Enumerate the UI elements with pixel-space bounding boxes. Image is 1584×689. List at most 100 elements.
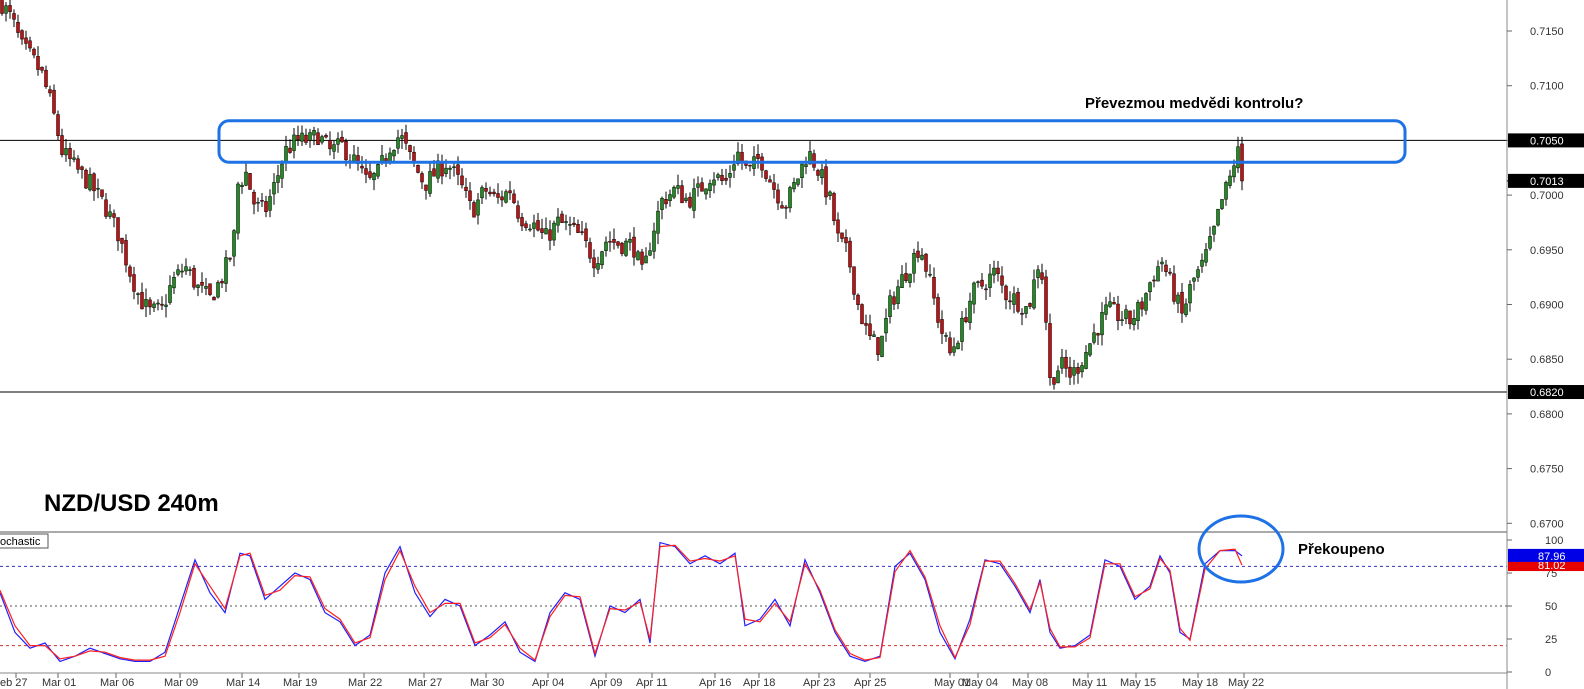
candle-body	[176, 269, 180, 275]
candle-body	[956, 342, 960, 350]
candle-body	[864, 323, 868, 326]
candle-body	[504, 191, 508, 203]
candle-body	[600, 251, 604, 266]
candle-body	[1096, 333, 1100, 336]
time-tick-label: Mar 22	[348, 677, 382, 689]
candle-body	[548, 229, 552, 241]
candle-body	[1004, 285, 1008, 301]
candle-body	[244, 171, 248, 186]
candle-body	[792, 182, 796, 190]
time-tick-label: Apr 09	[590, 677, 622, 689]
price-tick-label: 0.6750	[1530, 464, 1564, 476]
candle-body	[780, 205, 784, 209]
candle-body	[140, 292, 144, 310]
candle-body	[732, 164, 736, 171]
candle-body	[840, 232, 844, 239]
candle-body	[452, 166, 456, 169]
candle-body	[468, 190, 472, 201]
price-tick-label: 0.6900	[1530, 300, 1564, 312]
time-tick-label: Mar 06	[100, 677, 134, 689]
candle-body	[648, 250, 652, 256]
candle-body	[36, 56, 40, 70]
candle-body	[216, 282, 220, 298]
candle-body	[656, 210, 660, 234]
candle-body	[908, 273, 912, 283]
time-tick-label: Mar 14	[226, 677, 260, 689]
candle-body	[976, 281, 980, 284]
candle-body	[212, 296, 216, 301]
candle-body	[1192, 277, 1196, 282]
overbought-circle	[1197, 514, 1285, 584]
candle-body	[1088, 343, 1092, 356]
candle-body	[668, 194, 672, 201]
price-axis: 0.7150 0.7100 0.7050 0.7000 0.6950 0.6900 0.68…	[1506, 0, 1584, 689]
candle-body	[172, 276, 176, 289]
candle-body	[712, 179, 716, 186]
candle-body	[592, 257, 596, 269]
candle-body	[40, 66, 44, 71]
candle-body	[208, 283, 212, 295]
candle-body	[80, 166, 84, 170]
candle-body	[308, 132, 312, 141]
candle-body	[824, 166, 828, 198]
candle-body	[680, 185, 684, 204]
candle-body	[848, 240, 852, 268]
candle-body	[252, 191, 256, 205]
candle-body	[888, 295, 892, 317]
candle-body	[1224, 182, 1228, 200]
candle-body	[396, 137, 400, 149]
candle-body	[148, 299, 152, 308]
candle-body	[88, 174, 92, 191]
candle-body	[48, 89, 52, 94]
candle-body	[1012, 293, 1016, 305]
candle-body	[360, 165, 364, 169]
candle-body	[660, 197, 664, 210]
time-tick-label: May 04	[962, 677, 998, 689]
candle-body	[196, 284, 200, 288]
time-tick-label: Mar 19	[283, 677, 317, 689]
candle-body	[472, 202, 476, 218]
candle-body	[756, 153, 760, 159]
candle-body	[232, 230, 236, 257]
main-value-label: 87.96	[1538, 551, 1566, 563]
current-price-label: 0.7013	[1530, 176, 1564, 188]
candle-body	[1092, 332, 1096, 343]
candle-body	[4, 5, 8, 14]
candle-body	[500, 196, 504, 201]
candle-body	[740, 152, 744, 162]
candle-body	[1040, 272, 1044, 280]
candle-body	[1152, 279, 1156, 282]
candle-body	[768, 179, 772, 183]
candle-body	[556, 216, 560, 226]
candle-body	[512, 193, 516, 204]
candle-body	[1148, 282, 1152, 293]
candle-body	[980, 279, 984, 287]
candle-body	[1032, 279, 1036, 309]
candle-body	[508, 190, 512, 194]
candle-body	[1228, 175, 1232, 186]
candle-body	[920, 254, 924, 260]
candle-body	[516, 205, 520, 219]
candle-body	[100, 189, 104, 197]
candle-body	[228, 257, 232, 260]
zone-annotation: Převezmou medvědi kontrolu?	[1085, 95, 1303, 112]
candle-body	[636, 251, 640, 261]
candle-body	[532, 222, 536, 229]
candle-body	[20, 30, 24, 40]
stochastic-panel: ochastic	[0, 533, 1507, 663]
candle-body	[928, 273, 932, 276]
price-tick-label: 0.7100	[1530, 81, 1564, 93]
candle-body	[524, 223, 528, 228]
candle-body	[1072, 367, 1076, 376]
candle-body	[884, 317, 888, 334]
candle-body	[116, 217, 120, 242]
candle-body	[708, 183, 712, 191]
candle-body	[728, 173, 732, 178]
candle-body	[816, 170, 820, 176]
candle-body	[124, 240, 128, 266]
candle-body	[8, 5, 12, 13]
candle-body	[264, 201, 268, 213]
candle-body	[1164, 264, 1168, 272]
candle-body	[312, 129, 316, 136]
candle-body	[188, 269, 192, 271]
